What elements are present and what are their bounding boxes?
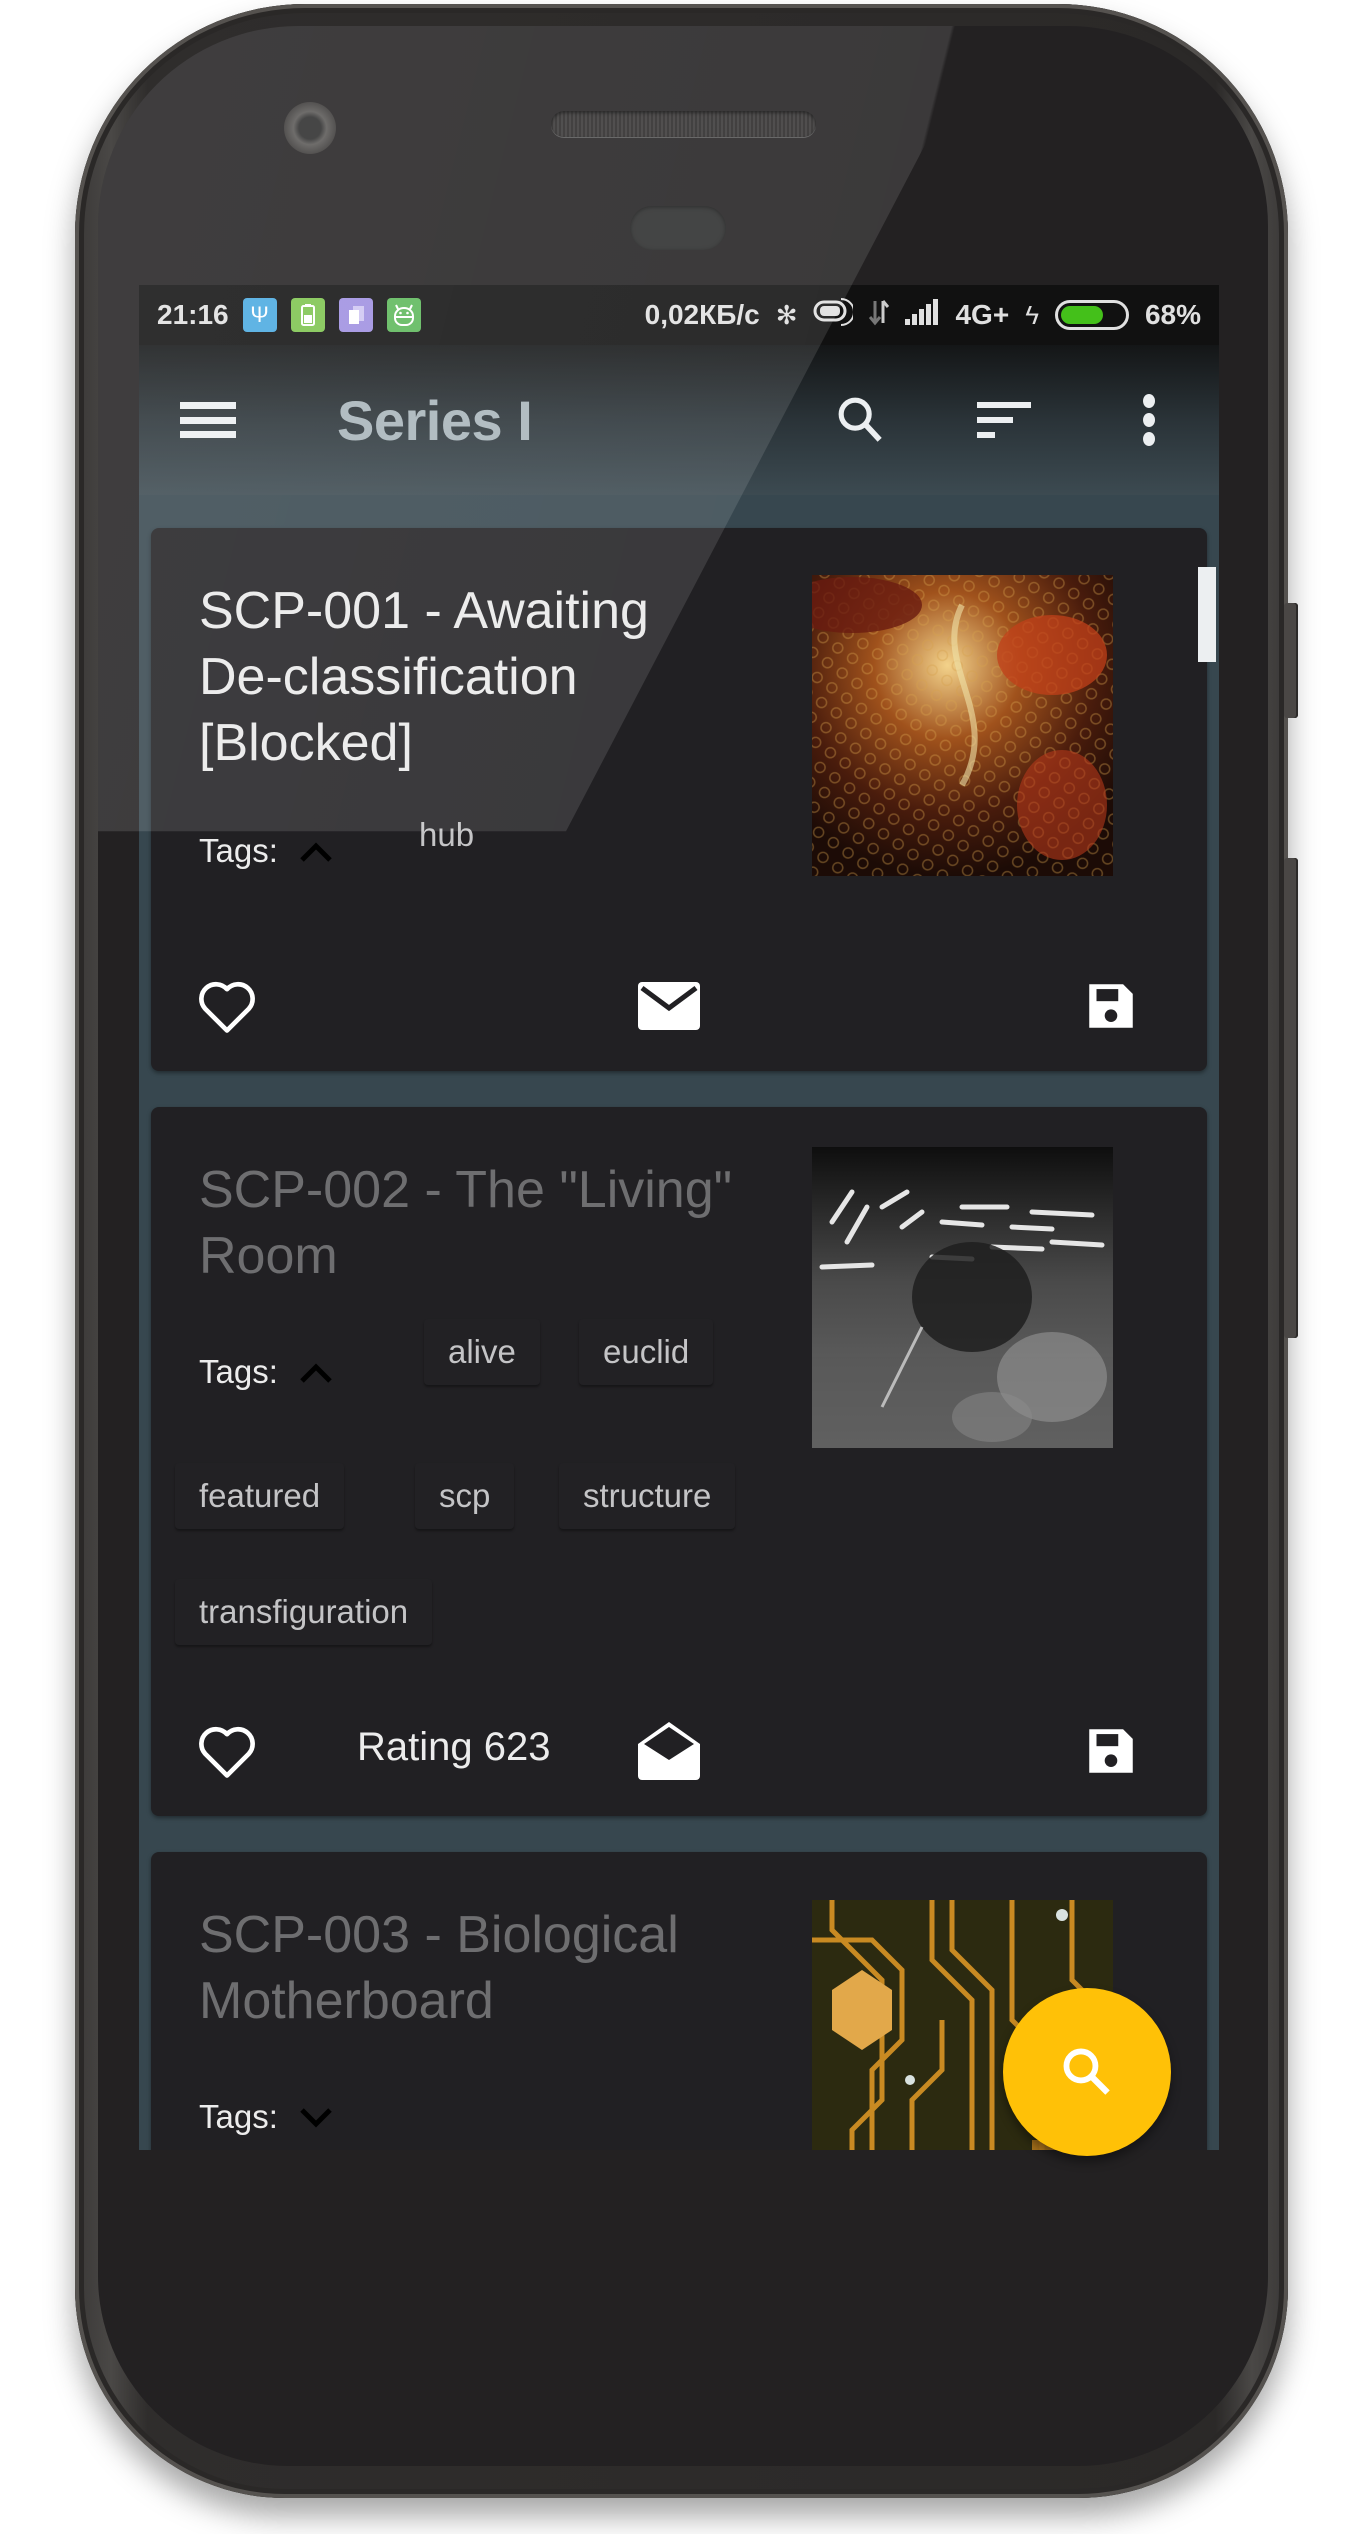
rating-label: Rating 623: [357, 1725, 551, 1769]
article-card[interactable]: SCP-002 - The "Living" Room Tags: alive …: [151, 1107, 1207, 1816]
article-card[interactable]: SCP-001 - Awaiting De-classification [Bl…: [151, 528, 1207, 1071]
favorite-icon[interactable]: [191, 1711, 263, 1791]
tag-chip[interactable]: hub: [395, 802, 498, 868]
charging-icon: ϟ: [1025, 299, 1039, 330]
signal-strength-icon: [905, 298, 939, 332]
card-actions: [151, 966, 1207, 1046]
battery-percent: 68%: [1144, 299, 1201, 330]
power-button: [1284, 603, 1298, 718]
tag-chip[interactable]: scp: [415, 1463, 515, 1529]
sort-icon[interactable]: [965, 380, 1045, 460]
chevron-down-icon: [300, 2108, 332, 2128]
screen-bottom-edge: [139, 2150, 1219, 2205]
status-bar: 21:16 Ψ 0,02КБ/с ✻ 4G+ ϟ 68%: [139, 285, 1219, 345]
battery-icon: [1054, 300, 1129, 330]
article-title[interactable]: SCP-001 - Awaiting De-classification [Bl…: [199, 578, 759, 776]
status-time: 21:16: [157, 299, 229, 330]
app-screen: 21:16 Ψ 0,02КБ/с ✻ 4G+ ϟ 68% Series I SC…: [139, 285, 1219, 2205]
network-speed: 0,02КБ/с: [644, 299, 760, 330]
tag-chip[interactable]: transfiguration: [175, 1579, 433, 1645]
tags-toggle[interactable]: Tags:: [199, 1353, 334, 1391]
more-vert-icon[interactable]: [1109, 380, 1189, 460]
tags-toggle[interactable]: Tags:: [199, 2098, 334, 2136]
usb-icon: Ψ: [242, 298, 277, 332]
article-thumbnail[interactable]: [812, 1147, 1113, 1448]
article-title[interactable]: SCP-002 - The "Living" Room: [199, 1157, 759, 1289]
vibrate-toggle-icon: [813, 297, 856, 334]
tag-chip[interactable]: structure: [559, 1463, 736, 1529]
tag-chip[interactable]: euclid: [579, 1319, 714, 1385]
tags-toggle[interactable]: Tags:: [199, 832, 334, 870]
network-type: 4G+: [955, 299, 1010, 330]
app-toolbar: Series I: [139, 345, 1219, 495]
save-icon[interactable]: [1075, 1711, 1147, 1791]
menu-icon[interactable]: [179, 396, 237, 444]
earpiece-speaker: [551, 111, 816, 137]
battery-level: [1060, 306, 1104, 324]
search-fab[interactable]: [1003, 1988, 1171, 2156]
save-icon[interactable]: [1075, 966, 1147, 1046]
search-icon: [1063, 2048, 1110, 2095]
chevron-up-icon: [300, 842, 332, 862]
article-title[interactable]: SCP-003 - Biological Motherboard: [199, 1902, 759, 2034]
favorite-icon[interactable]: [191, 966, 263, 1046]
scrollbar[interactable]: [1198, 567, 1216, 662]
tag-chip[interactable]: alive: [424, 1319, 540, 1385]
front-camera: [284, 102, 336, 154]
battery-saver-icon: [290, 298, 325, 332]
android-icon: [386, 298, 421, 332]
tag-chip[interactable]: featured: [175, 1463, 345, 1529]
mail-open-icon[interactable]: [633, 1711, 705, 1791]
bluetooth-icon: ✻: [775, 299, 798, 330]
clipboard-icon: [338, 298, 373, 332]
chevron-up-icon: [300, 1363, 332, 1383]
card-actions: Rating 623: [151, 1711, 1207, 1791]
volume-rocker: [1284, 858, 1298, 1338]
search-icon[interactable]: [821, 380, 901, 460]
proximity-sensor: [630, 206, 726, 250]
data-transfer-icon: [869, 297, 890, 334]
article-thumbnail[interactable]: [812, 575, 1113, 876]
page-title: Series I: [337, 388, 533, 452]
mail-closed-icon[interactable]: [633, 966, 705, 1046]
